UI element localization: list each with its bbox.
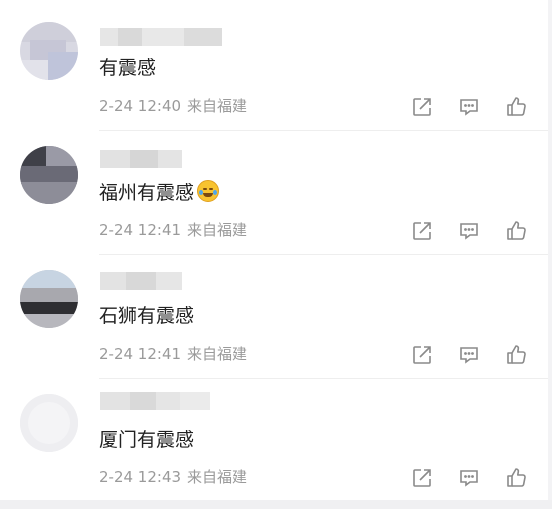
bottom-separator [0,500,552,509]
username-blurred[interactable] [100,392,210,410]
comment-text: 厦门有震感 [99,429,195,451]
laughing-crying-emoji-icon [197,180,220,202]
comment-icon [460,347,478,364]
comment-item: 石狮有震感 2-24 12:41 来自福建 [0,248,548,379]
reply-button[interactable] [458,220,480,242]
comment-meta: 2-24 12:41 来自福建 [99,345,247,363]
comment-time: 2-24 12:41 [99,345,182,363]
like-button[interactable] [505,343,527,365]
comment-item: 有震感 2-24 12:40 来自福建 [0,0,548,131]
comment-icon [460,470,478,487]
avatar[interactable] [20,270,78,328]
avatar[interactable] [20,394,78,452]
comment-location: 来自福建 [187,345,248,363]
like-button[interactable] [505,219,527,241]
share-edit-icon [413,469,431,487]
comment-text: 有震感 [99,57,157,79]
share-edit-icon [413,346,431,364]
scrollbar-track [548,0,552,500]
share-button[interactable] [411,96,433,118]
share-button[interactable] [411,467,433,489]
thumbs-up-icon [507,345,526,364]
comment-time: 2-24 12:41 [99,221,182,239]
comment-location: 来自福建 [187,468,248,486]
reply-button[interactable] [458,467,480,489]
username-blurred[interactable] [100,150,182,168]
avatar[interactable] [20,22,78,80]
avatar[interactable] [20,146,78,204]
share-button[interactable] [411,344,433,366]
comment-meta: 2-24 12:41 来自福建 [99,221,247,239]
username-blurred[interactable] [100,28,222,46]
comment-location: 来自福建 [187,97,248,115]
comment-time: 2-24 12:43 [99,468,182,486]
username-blurred[interactable] [100,272,182,290]
share-edit-icon [413,98,431,116]
like-button[interactable] [505,466,527,488]
comment-item: 福州有震感 2-24 12:41 来自福建 [0,124,548,255]
comment-icon [460,99,478,116]
reply-button[interactable] [458,344,480,366]
share-edit-icon [413,222,431,240]
thumbs-up-icon [507,97,526,116]
comment-text: 福州有震感 [99,180,220,205]
comment-meta: 2-24 12:43 来自福建 [99,468,247,486]
comment-icon [460,223,478,240]
comment-location: 来自福建 [187,221,248,239]
comment-time: 2-24 12:40 [99,97,182,115]
thumbs-up-icon [507,468,526,487]
comment-item: 厦门有震感 2-24 12:43 来自福建 [0,372,548,496]
comment-list: 有震感 2-24 12:40 来自福建 福州有震感 2-24 12:41 来自福… [0,0,548,500]
like-button[interactable] [505,95,527,117]
reply-button[interactable] [458,96,480,118]
share-button[interactable] [411,220,433,242]
comment-meta: 2-24 12:40 来自福建 [99,97,247,115]
thumbs-up-icon [507,221,526,240]
comment-text: 石狮有震感 [99,305,195,327]
